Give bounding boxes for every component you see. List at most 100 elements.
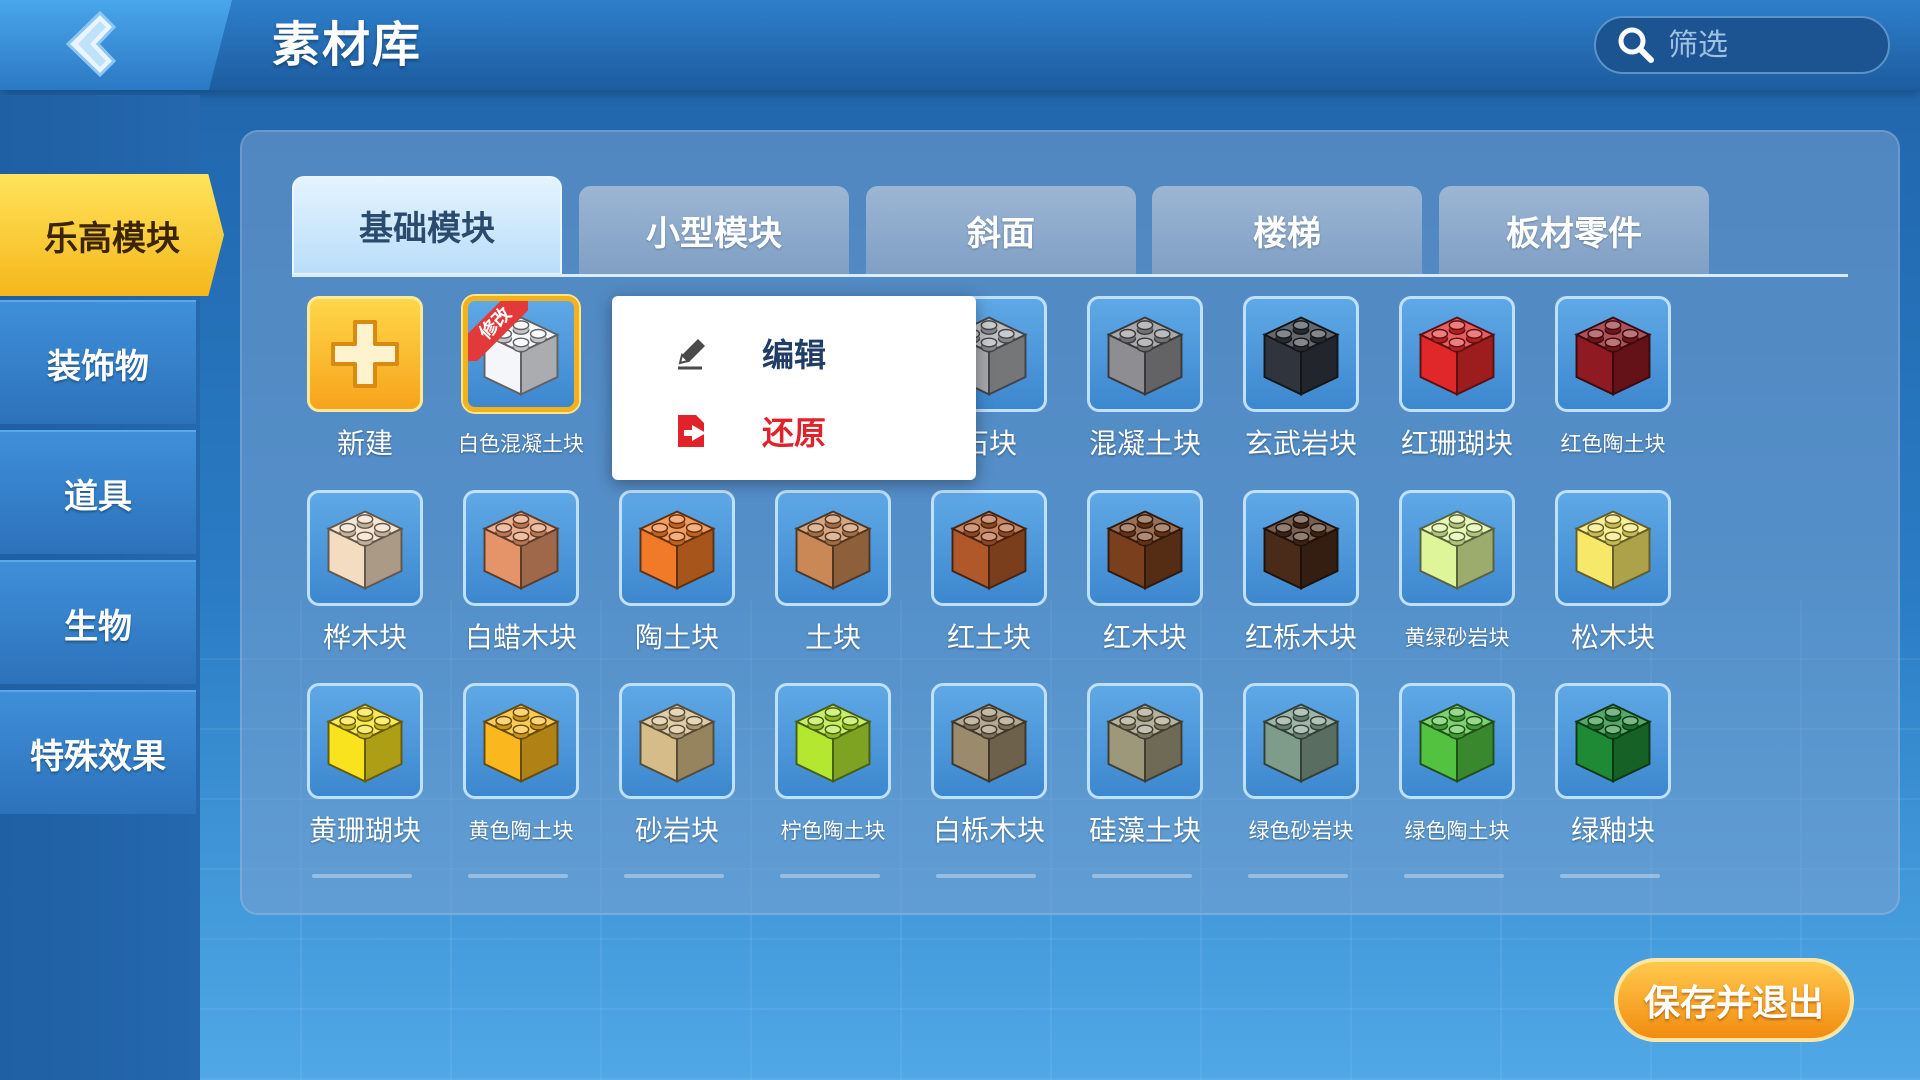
block-tile[interactable]	[775, 490, 891, 606]
block-label: 绿色陶土块	[1404, 819, 1510, 843]
block-item[interactable]: 陶土块	[592, 490, 742, 665]
block-item[interactable]: 玄武岩块	[1216, 296, 1366, 471]
back-arrow-icon	[65, 10, 117, 78]
block-item[interactable]: 红土块	[904, 490, 1054, 665]
block-tile[interactable]	[1087, 296, 1203, 412]
block-label: 松木块	[1570, 621, 1655, 654]
block-tile[interactable]	[1399, 296, 1515, 412]
block-label: 白栎木块	[932, 814, 1045, 847]
block-item[interactable]: 松木块	[1528, 490, 1678, 665]
sidebar-item-creatures[interactable]: 生物	[0, 560, 196, 684]
block-label: 柠色陶土块	[780, 819, 886, 843]
brick-icon	[1262, 703, 1340, 783]
block-label: 土块	[804, 621, 861, 654]
tab-plate-parts[interactable]: 板材零件	[1439, 186, 1709, 275]
sidebar-item-label: 乐高模块	[44, 218, 180, 259]
block-tile[interactable]	[1243, 490, 1359, 606]
block-item[interactable]: 红珊瑚块	[1372, 296, 1522, 471]
block-tile[interactable]	[619, 683, 735, 799]
block-item[interactable]: 砂岩块	[592, 683, 742, 858]
block-tile[interactable]	[463, 490, 579, 606]
sidebar-item-label: 生物	[64, 606, 132, 647]
block-item[interactable]: 黄绿砂岩块	[1372, 490, 1522, 665]
block-tile[interactable]	[1399, 490, 1515, 606]
tab-small-blocks[interactable]: 小型模块	[579, 186, 849, 275]
search-icon	[1618, 27, 1654, 63]
block-tile[interactable]	[1243, 296, 1359, 412]
block-label: 绿色砂岩块	[1248, 819, 1354, 843]
block-item[interactable]: 柠色陶土块	[748, 683, 898, 858]
block-tile[interactable]	[1555, 490, 1671, 606]
block-item[interactable]: 白蜡木块	[436, 490, 586, 665]
block-item[interactable]: 土块	[748, 490, 898, 665]
block-tile[interactable]	[931, 490, 1047, 606]
tab-stairs[interactable]: 楼梯	[1152, 186, 1422, 275]
sidebar-item-decorations[interactable]: 装饰物	[0, 300, 196, 424]
block-tile[interactable]	[931, 683, 1047, 799]
brick-icon	[1262, 510, 1340, 590]
tab-slopes[interactable]: 斜面	[866, 186, 1136, 275]
block-item[interactable]: 修改 白色混凝土块	[436, 296, 586, 471]
block-item[interactable]: 桦木块	[280, 490, 430, 665]
block-item[interactable]: 黄色陶土块	[436, 683, 586, 858]
block-item[interactable]: 黄珊瑚块	[280, 683, 430, 858]
tab-label: 楼梯	[1253, 214, 1321, 254]
block-tile[interactable]	[1087, 683, 1203, 799]
page-title: 素材库	[272, 17, 423, 73]
search-input[interactable]	[1666, 26, 1870, 64]
brick-icon	[794, 510, 872, 590]
brick-icon	[1106, 703, 1184, 783]
edit-menu-item[interactable]: 编辑	[612, 314, 976, 392]
sidebar-item-label: 道具	[64, 476, 132, 517]
top-bar: 素材库	[0, 0, 1920, 90]
block-label: 硅藻土块	[1088, 814, 1201, 847]
modified-badge: 修改	[468, 301, 528, 361]
new-block-tile[interactable]	[307, 296, 423, 412]
block-item[interactable]: 红木块	[1060, 490, 1210, 665]
block-tile[interactable]	[1243, 683, 1359, 799]
tab-basic-blocks[interactable]: 基础模块	[292, 176, 562, 275]
block-tile[interactable]	[1555, 296, 1671, 412]
restore-menu-item[interactable]: 还原	[612, 392, 976, 470]
block-tile[interactable]	[463, 683, 579, 799]
block-item[interactable]: 绿釉块	[1528, 683, 1678, 858]
edit-label: 编辑	[762, 336, 827, 374]
brick-icon	[1418, 316, 1496, 396]
block-tile[interactable]	[1399, 683, 1515, 799]
block-item[interactable]: 红色陶土块	[1528, 296, 1678, 471]
block-label: 桦木块	[322, 621, 407, 654]
block-item[interactable]: 红栎木块	[1216, 490, 1366, 665]
brick-icon	[794, 703, 872, 783]
block-label: 玄武岩块	[1244, 427, 1357, 460]
brick-icon	[482, 703, 560, 783]
next-row-hint	[1248, 874, 1348, 878]
block-item[interactable]: 绿色陶土块	[1372, 683, 1522, 858]
sidebar-item-props[interactable]: 道具	[0, 430, 196, 554]
block-tile[interactable]	[619, 490, 735, 606]
new-block-item[interactable]: 新建	[280, 296, 430, 471]
block-label: 黄绿砂岩块	[1404, 626, 1510, 650]
block-tile[interactable]	[307, 490, 423, 606]
block-tile[interactable]	[1087, 490, 1203, 606]
block-tile[interactable]	[775, 683, 891, 799]
tab-label: 斜面	[967, 214, 1035, 254]
block-tile[interactable]: 修改	[463, 296, 579, 412]
back-button[interactable]	[52, 6, 132, 82]
save-and-exit-button[interactable]: 保存并退出	[1614, 958, 1854, 1042]
next-row-hint	[1092, 874, 1192, 878]
block-tile[interactable]	[1555, 683, 1671, 799]
block-label: 绿釉块	[1570, 814, 1655, 847]
block-tile[interactable]	[307, 683, 423, 799]
block-item[interactable]: 白栎木块	[904, 683, 1054, 858]
sidebar-item-effects[interactable]: 特殊效果	[0, 690, 196, 814]
brick-icon	[482, 510, 560, 590]
block-item[interactable]: 混凝土块	[1060, 296, 1210, 471]
search-box[interactable]	[1594, 16, 1890, 74]
block-item[interactable]: 硅藻土块	[1060, 683, 1210, 858]
block-label: 红色陶土块	[1560, 432, 1666, 456]
block-item[interactable]: 绿色砂岩块	[1216, 683, 1366, 858]
sidebar-item-lego[interactable]: 乐高模块	[0, 174, 224, 296]
brick-icon	[638, 510, 716, 590]
brick-icon	[1574, 510, 1652, 590]
brick-icon	[1106, 510, 1184, 590]
